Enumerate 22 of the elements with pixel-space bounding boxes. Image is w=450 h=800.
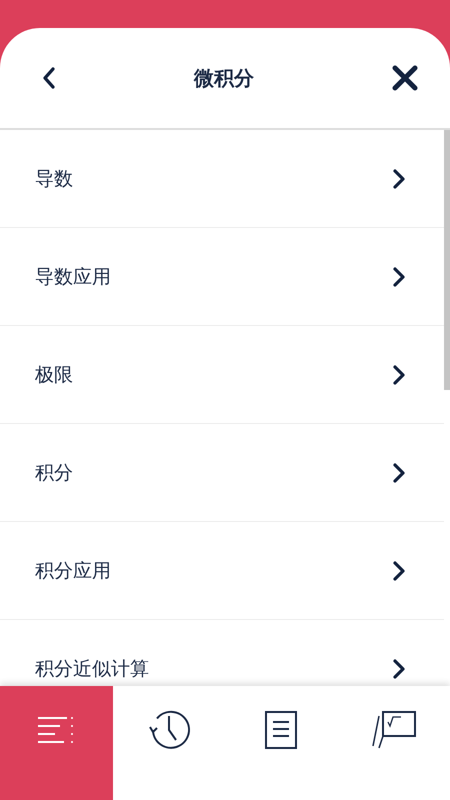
topic-label: 积分应用 — [35, 558, 111, 584]
topic-label: 积分近似计算 — [35, 656, 149, 682]
chevron-right-icon — [392, 266, 406, 288]
chevron-right-icon — [392, 168, 406, 190]
chevron-right-icon — [392, 560, 406, 582]
chevron-right-icon — [392, 364, 406, 386]
menu-icon — [37, 716, 76, 744]
topic-label: 导数 — [35, 166, 73, 192]
back-icon — [42, 66, 56, 90]
topic-list-item[interactable]: 积分应用 — [0, 522, 444, 620]
topic-label: 导数应用 — [35, 264, 111, 290]
nav-tab[interactable] — [338, 686, 450, 800]
close-icon — [392, 65, 418, 91]
topic-label: 积分 — [35, 460, 73, 486]
topic-list-item[interactable]: 积分 — [0, 424, 444, 522]
chevron-right-icon — [392, 462, 406, 484]
document-icon — [264, 710, 298, 750]
cards-icon — [370, 710, 417, 750]
page-title: 微积分 — [194, 64, 254, 92]
history-icon — [146, 708, 191, 752]
chevron-right-icon — [392, 658, 406, 680]
topic-label: 极限 — [35, 362, 73, 388]
